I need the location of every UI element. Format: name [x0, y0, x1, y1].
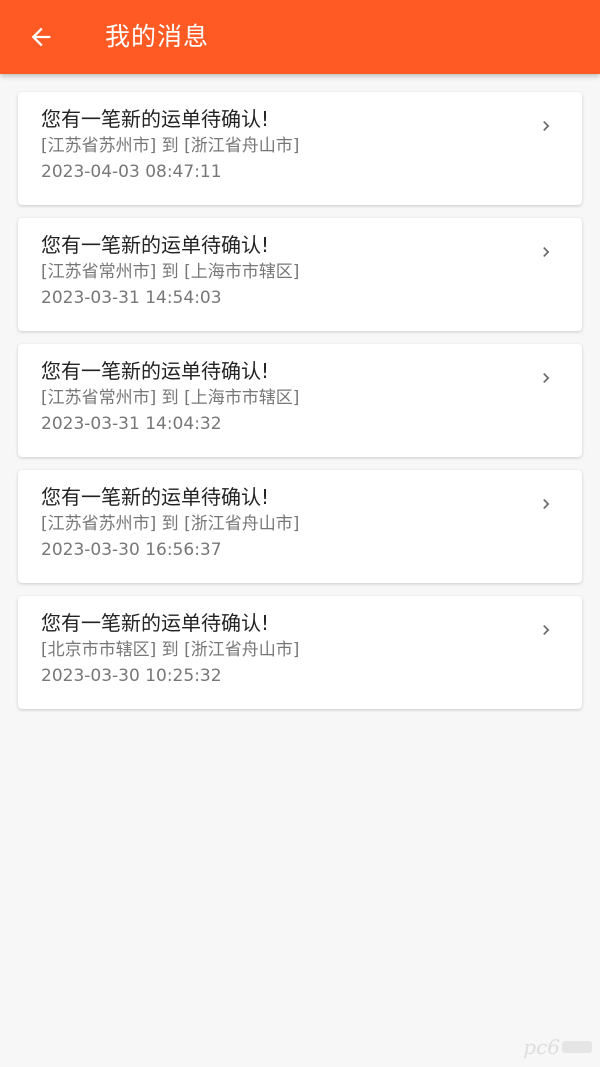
message-time: 2023-03-30 10:25:32	[41, 666, 222, 686]
page-title: 我的消息	[105, 22, 210, 51]
chevron-right-icon	[543, 121, 550, 131]
message-title: 您有一笔新的运单待确认!	[41, 107, 270, 131]
message-card[interactable]: 您有一笔新的运单待确认! [江苏省苏州市] 到 [浙江省舟山市] 2023-04…	[18, 92, 582, 205]
message-time: 2023-03-31 14:04:32	[41, 414, 222, 434]
watermark-text: pc6	[523, 1035, 560, 1059]
message-title: 您有一笔新的运单待确认!	[41, 233, 270, 257]
message-card[interactable]: 您有一笔新的运单待确认! [江苏省常州市] 到 [上海市市辖区] 2023-03…	[18, 218, 582, 331]
message-card[interactable]: 您有一笔新的运单待确认! [北京市市辖区] 到 [浙江省舟山市] 2023-03…	[18, 596, 582, 709]
message-route: [江苏省苏州市] 到 [浙江省舟山市]	[41, 514, 300, 534]
watermark-badge	[562, 1041, 592, 1053]
watermark: pc6	[523, 1035, 592, 1059]
message-route: [江苏省常州市] 到 [上海市市辖区]	[41, 388, 300, 408]
chevron-right-icon	[543, 373, 550, 383]
message-list: 您有一笔新的运单待确认! [江苏省苏州市] 到 [浙江省舟山市] 2023-04…	[18, 92, 582, 722]
message-route: [江苏省苏州市] 到 [浙江省舟山市]	[41, 136, 300, 156]
app-bar: 我的消息	[0, 0, 600, 74]
message-title: 您有一笔新的运单待确认!	[41, 485, 270, 509]
message-title: 您有一笔新的运单待确认!	[41, 359, 270, 383]
chevron-right-icon	[543, 499, 550, 509]
arrow-left-icon	[31, 27, 51, 47]
back-button[interactable]	[0, 0, 82, 74]
message-time: 2023-03-30 16:56:37	[41, 540, 222, 560]
chevron-right-icon	[543, 625, 550, 635]
message-card[interactable]: 您有一笔新的运单待确认! [江苏省常州市] 到 [上海市市辖区] 2023-03…	[18, 344, 582, 457]
message-time: 2023-03-31 14:54:03	[41, 288, 222, 308]
message-card[interactable]: 您有一笔新的运单待确认! [江苏省苏州市] 到 [浙江省舟山市] 2023-03…	[18, 470, 582, 583]
message-title: 您有一笔新的运单待确认!	[41, 611, 270, 635]
app-screen: 我的消息 您有一笔新的运单待确认! [江苏省苏州市] 到 [浙江省舟山市] 20…	[0, 0, 600, 1067]
message-route: [江苏省常州市] 到 [上海市市辖区]	[41, 262, 300, 282]
message-time: 2023-04-03 08:47:11	[41, 162, 222, 182]
chevron-right-icon	[543, 247, 550, 257]
message-route: [北京市市辖区] 到 [浙江省舟山市]	[41, 640, 300, 660]
